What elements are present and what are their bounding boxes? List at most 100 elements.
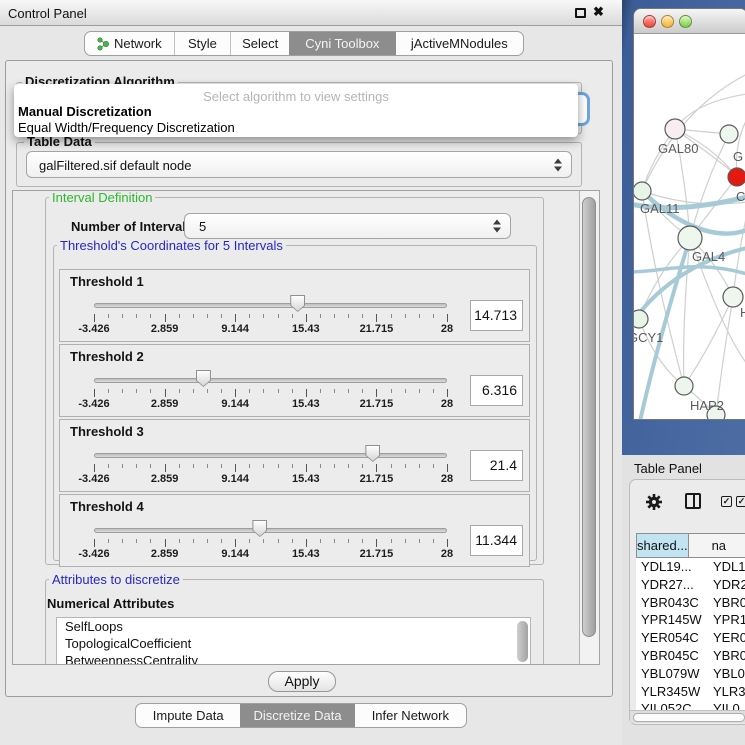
network-node-label: C (736, 189, 745, 204)
close-icon[interactable]: ✖ (593, 4, 604, 20)
table-body[interactable]: YDL19...YDL1YDR27...YDR2YBR043CYBR0YPR14… (636, 558, 745, 710)
table-row[interactable]: YPR145WYPR1 (636, 611, 745, 629)
table-row[interactable]: YDR27...YDR2 (636, 576, 745, 594)
node-table: shared... na YDL19...YDL1YDR27...YDR2YBR… (636, 533, 745, 710)
tab-infer-network[interactable]: Infer Network (355, 704, 466, 727)
interval-definition-title: Interval Definition (49, 191, 155, 205)
table-row[interactable]: YBL079WYBL0 (636, 665, 745, 683)
algorithm-placeholder: Select algorithm to view settings (14, 89, 578, 104)
gear-icon[interactable] (645, 493, 663, 511)
float-window-icon[interactable] (575, 8, 586, 18)
network-canvas[interactable]: GAL80GCGAL11GAL4GCY1HHAP2 (634, 34, 745, 420)
threshold-label: Threshold 3 (70, 424, 144, 439)
network-node[interactable] (678, 226, 702, 250)
zoom-traffic-light-icon[interactable] (679, 15, 692, 28)
apply-button[interactable]: Apply (268, 671, 336, 692)
checkbox-checked-icon[interactable]: ✓ (721, 496, 732, 507)
network-window: GAL80GCGAL11GAL4GCY1HHAP2 (633, 8, 745, 420)
table-row[interactable]: YLR345WYLR3 (636, 683, 745, 701)
slider-tick-label: 2.859 (143, 323, 187, 335)
threshold-slider-track[interactable] (94, 378, 447, 383)
slider-tick-label: 28 (425, 473, 469, 485)
menu-item-equal-width-frequency[interactable]: Equal Width/Frequency Discretization (18, 120, 235, 135)
tab-discretize-data[interactable]: Discretize Data (240, 704, 354, 727)
threshold-slider-thumb[interactable] (196, 370, 211, 387)
tab-cyni-toolbox[interactable]: Cyni Toolbox (289, 32, 396, 55)
threshold-label: Threshold 1 (70, 274, 144, 289)
table-hscrollbar-track[interactable] (630, 710, 745, 723)
table-row[interactable]: YIL052CYIL0 (636, 700, 745, 710)
network-node-label: GAL4 (692, 249, 725, 264)
threshold-panel: Threshold 4 -3.4262.8599.14415.4321.7152… (59, 494, 530, 567)
column-header-name[interactable]: na (689, 533, 745, 558)
threshold-slider-thumb[interactable] (252, 520, 267, 537)
network-node[interactable] (634, 310, 648, 328)
network-node[interactable] (728, 168, 745, 186)
table-data-selected-value: galFiltered.sif default node (39, 158, 191, 173)
network-node-label: G (733, 149, 743, 164)
tab-impute-data[interactable]: Impute Data (136, 704, 240, 727)
numerical-attributes-list[interactable]: SelfLoopsTopologicalCoefficientBetweenne… (56, 617, 531, 665)
tab-network[interactable]: Network (85, 32, 174, 55)
slider-tick-label: 15.43 (284, 323, 328, 335)
top-tabbar: Network Style Select Cyni Toolbox jActiv… (84, 31, 524, 56)
application-window: Control Panel ✖ Network Style Select Cyn… (0, 0, 745, 745)
slider-tick-label: 2.859 (143, 398, 187, 410)
attribute-list-item[interactable]: BetweennessCentrality (57, 652, 530, 665)
threshold-panel: Threshold 1 -3.4262.8599.14415.4321.7152… (59, 269, 530, 342)
slider-tick-label: 28 (425, 398, 469, 410)
network-node[interactable] (665, 119, 685, 139)
control-panel-titlebar: Control Panel (0, 0, 622, 26)
network-node-label: HAP2 (690, 398, 724, 413)
number-of-intervals-label: Number of Intervals (71, 219, 193, 234)
network-icon (97, 37, 109, 51)
slider-tick-label: 21.715 (354, 323, 398, 335)
threshold-slider-thumb[interactable] (290, 295, 305, 312)
tab-jactivemnodules[interactable]: jActiveMNodules (396, 32, 523, 55)
attribute-list-item[interactable]: SelfLoops (57, 618, 530, 635)
checkbox-checked-icon[interactable]: ✓ (736, 496, 745, 507)
slider-tick-label: 15.43 (284, 548, 328, 560)
numerical-attributes-label: Numerical Attributes (47, 596, 174, 611)
threshold-slider-thumb[interactable] (365, 445, 380, 462)
table-row[interactable]: YBR045CYBR0 (636, 647, 745, 665)
table-hscrollbar-thumb[interactable] (633, 713, 745, 722)
threshold-slider-track[interactable] (94, 453, 447, 458)
slider-tick-label: 21.715 (354, 473, 398, 485)
threshold-slider-track[interactable] (94, 303, 447, 308)
threshold-slider-track[interactable] (94, 528, 447, 533)
slider-tick-label: 9.144 (213, 548, 257, 560)
network-node[interactable] (675, 377, 693, 395)
close-traffic-light-icon[interactable] (643, 15, 656, 28)
threshold-value-field[interactable]: 14.713 (470, 300, 523, 331)
table-data-combobox[interactable]: galFiltered.sif default node (26, 151, 572, 178)
tab-style[interactable]: Style (174, 32, 231, 55)
column-header-shared-name[interactable]: shared... (636, 533, 689, 558)
minimize-traffic-light-icon[interactable] (661, 15, 674, 28)
network-node-label: H (740, 305, 745, 320)
settings-scrollbar-thumb[interactable] (582, 197, 596, 637)
number-of-intervals-spinner[interactable]: 5 (184, 213, 511, 239)
attribute-list-item[interactable]: TopologicalCoefficient (57, 635, 530, 652)
table-panel-region: Table Panel ✓ ✓ shared... na YDL19...YDL… (622, 455, 745, 745)
split-columns-icon[interactable] (685, 493, 701, 509)
settings-scrollbar-track[interactable] (579, 191, 599, 664)
table-row[interactable]: YDL19...YDL1 (636, 558, 745, 576)
list-scrollbar-thumb[interactable] (517, 621, 528, 662)
network-node[interactable] (634, 182, 651, 200)
threshold-value-field[interactable]: 21.4 (470, 450, 523, 481)
table-row[interactable]: YBR043CYBR0 (636, 594, 745, 612)
slider-tick-label: -3.426 (72, 323, 116, 335)
thresholds-container: Threshold 1 -3.426 2.859 9.144 15.43 21.715 2… (53, 245, 537, 561)
network-node[interactable] (720, 125, 738, 143)
slider-tick-label: -3.426 (72, 398, 116, 410)
slider-tick-label: 15.43 (284, 473, 328, 485)
menu-item-manual-discretization[interactable]: Manual Discretization (18, 104, 152, 119)
network-node-label: GAL80 (658, 141, 698, 156)
tab-select[interactable]: Select (230, 32, 289, 55)
table-row[interactable]: YER054CYER0 (636, 629, 745, 647)
threshold-value-field[interactable]: 11.344 (470, 525, 523, 556)
spinner-arrows-icon (493, 220, 501, 233)
threshold-value-field[interactable]: 6.316 (470, 375, 523, 406)
network-node[interactable] (723, 287, 743, 307)
